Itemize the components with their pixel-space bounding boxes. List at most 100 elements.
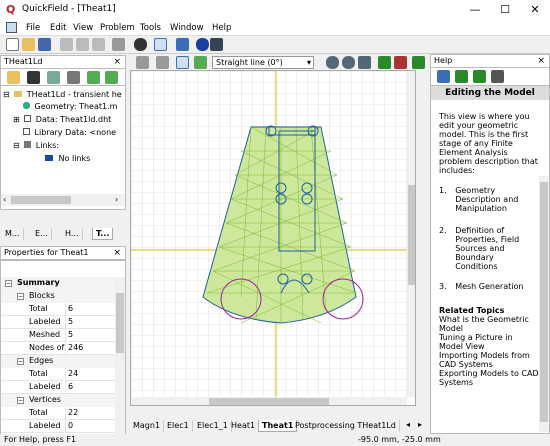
prop-key: Labeled (29, 421, 61, 430)
tree-expander[interactable]: ⊞ (13, 115, 20, 124)
cut-icon[interactable] (60, 38, 73, 51)
copy-icon[interactable] (76, 38, 89, 51)
maximize-button[interactable]: ☐ (490, 2, 520, 18)
related-link[interactable]: Exporting Models to CAD Systems (439, 369, 539, 387)
collapse-icon[interactable]: − (17, 397, 24, 404)
menu-window[interactable]: Window (170, 23, 204, 33)
tree-item-links[interactable]: ⊟ Links: (13, 141, 59, 150)
context-help-icon[interactable] (210, 38, 223, 51)
help-icon[interactable] (196, 38, 209, 51)
vertices-group[interactable]: − Vertices (1, 394, 115, 407)
print-help-icon[interactable] (491, 70, 504, 83)
tree-item-library[interactable]: Library Data: <none (23, 128, 116, 137)
tab-elec[interactable]: E... (32, 228, 52, 240)
mesh-icon[interactable] (105, 71, 118, 84)
problem-icon[interactable] (47, 71, 60, 84)
canvas-vertical-scrollbar[interactable] (407, 71, 415, 397)
model-canvas[interactable] (130, 70, 416, 406)
scroll-right-icon[interactable]: › (115, 195, 118, 204)
save-problem-icon[interactable] (27, 71, 40, 84)
close-button[interactable]: ✕ (520, 2, 550, 18)
properties-close-button[interactable]: × (113, 247, 121, 259)
tab-postprocessing[interactable]: Postprocessing THeat1Ld (292, 420, 400, 432)
new-file-icon[interactable] (6, 38, 19, 51)
menu-tools[interactable]: Tools (140, 23, 161, 33)
tree-expander[interactable]: ⊟ (13, 141, 20, 150)
tab-heat[interactable]: H... (62, 228, 83, 240)
remove-mesh-icon[interactable] (394, 56, 407, 69)
tab-scroll-left-icon[interactable]: ◂ (406, 420, 410, 429)
collapse-icon[interactable]: − (5, 280, 12, 287)
related-link[interactable]: What is the Geometric Model (439, 315, 539, 333)
help-link-mesh[interactable]: Mesh Generation (455, 282, 531, 291)
canvas-horizontal-scrollbar[interactable] (131, 397, 407, 405)
scroll-thumb[interactable] (116, 293, 124, 353)
about-icon[interactable] (176, 38, 189, 51)
tree-horizontal-scrollbar[interactable]: ‹ › (1, 194, 125, 206)
scroll-thumb[interactable] (209, 398, 329, 405)
pointer-help-icon[interactable] (154, 38, 167, 51)
tab-elec1[interactable]: Elec1 (164, 420, 193, 432)
edit-mesh-icon[interactable] (412, 56, 425, 69)
open-folder-icon[interactable] (22, 38, 35, 51)
tree-item-data[interactable]: ⊞ Data: Theat1ld.dht (13, 115, 111, 124)
paste-icon[interactable] (92, 38, 105, 51)
model-drawing[interactable] (131, 71, 416, 406)
save-icon[interactable] (38, 38, 51, 51)
menu-problem[interactable]: Problem (100, 23, 135, 33)
select-edges-icon[interactable] (156, 56, 169, 69)
back-arrow-icon[interactable] (455, 70, 468, 83)
prop-value: 5 (65, 329, 73, 341)
explorer-close-button[interactable]: × (113, 56, 121, 68)
chevron-down-icon[interactable]: ▾ (307, 57, 311, 68)
tree-root[interactable]: ⊟ THeat1Ld - transient he (3, 90, 122, 99)
tab-elec1-1[interactable]: Elec1_1 (194, 420, 232, 432)
open-icon[interactable] (7, 71, 20, 84)
tab-scroll-right-icon[interactable]: ▸ (418, 420, 422, 429)
print-icon[interactable] (112, 38, 125, 51)
select-vertices-icon[interactable] (176, 56, 189, 69)
prop-key: Total (29, 369, 48, 378)
related-link[interactable]: Importing Models from CAD Systems (439, 351, 539, 369)
help-link-geometry[interactable]: Geometry Description and Manipulation (455, 186, 531, 213)
scroll-thumb[interactable] (11, 196, 71, 204)
summary-group[interactable]: − Summary (1, 277, 115, 290)
select-blocks-icon[interactable] (136, 56, 149, 69)
document-icon[interactable] (6, 22, 17, 33)
properties-icon[interactable] (67, 71, 80, 84)
forward-arrow-icon[interactable] (473, 70, 486, 83)
field-icon[interactable] (87, 71, 100, 84)
scroll-left-icon[interactable]: ‹ (3, 195, 6, 204)
collapse-icon[interactable]: − (17, 293, 24, 300)
scroll-thumb[interactable] (408, 185, 415, 285)
tree-item-nolinks[interactable]: No links (45, 154, 90, 163)
properties-vertical-scrollbar[interactable] (115, 277, 125, 435)
zoom-in-icon[interactable] (326, 56, 339, 69)
draw-icon[interactable] (194, 56, 207, 69)
tree-expander[interactable]: ⊟ (3, 90, 10, 99)
menu-edit[interactable]: Edit (50, 23, 66, 33)
menu-help[interactable]: Help (212, 23, 231, 33)
build-mesh-icon[interactable] (378, 56, 391, 69)
zoom-out-icon[interactable] (342, 56, 355, 69)
help-home-icon[interactable] (437, 70, 450, 83)
help-close-button[interactable]: × (537, 55, 545, 67)
tab-magn1[interactable]: Magn1 (130, 420, 165, 432)
menu-file[interactable]: File (26, 23, 40, 33)
help-vertical-scrollbar[interactable] (539, 176, 549, 432)
zoom-fit-icon[interactable] (358, 56, 371, 69)
line-mode-select[interactable]: Straight line (0°) ▾ (212, 56, 314, 69)
settings-gear-icon[interactable] (134, 38, 147, 51)
help-link-properties[interactable]: Definition of Properties, Field Sources … (455, 226, 531, 271)
tree-item-geometry[interactable]: Geometry: Theat1.m (23, 102, 117, 111)
edges-group[interactable]: − Edges (1, 355, 115, 368)
related-link[interactable]: Tuning a Picture in Model View (439, 333, 539, 351)
minimize-button[interactable]: — (460, 2, 490, 18)
collapse-icon[interactable]: − (17, 358, 24, 365)
tab-theat[interactable]: T... (92, 228, 114, 240)
blocks-group[interactable]: − Blocks (1, 290, 115, 303)
menu-view[interactable]: View (73, 23, 93, 33)
scroll-thumb[interactable] (540, 182, 548, 422)
tab-magn[interactable]: M... (2, 228, 24, 240)
tab-heat1[interactable]: Heat1 (228, 420, 260, 432)
